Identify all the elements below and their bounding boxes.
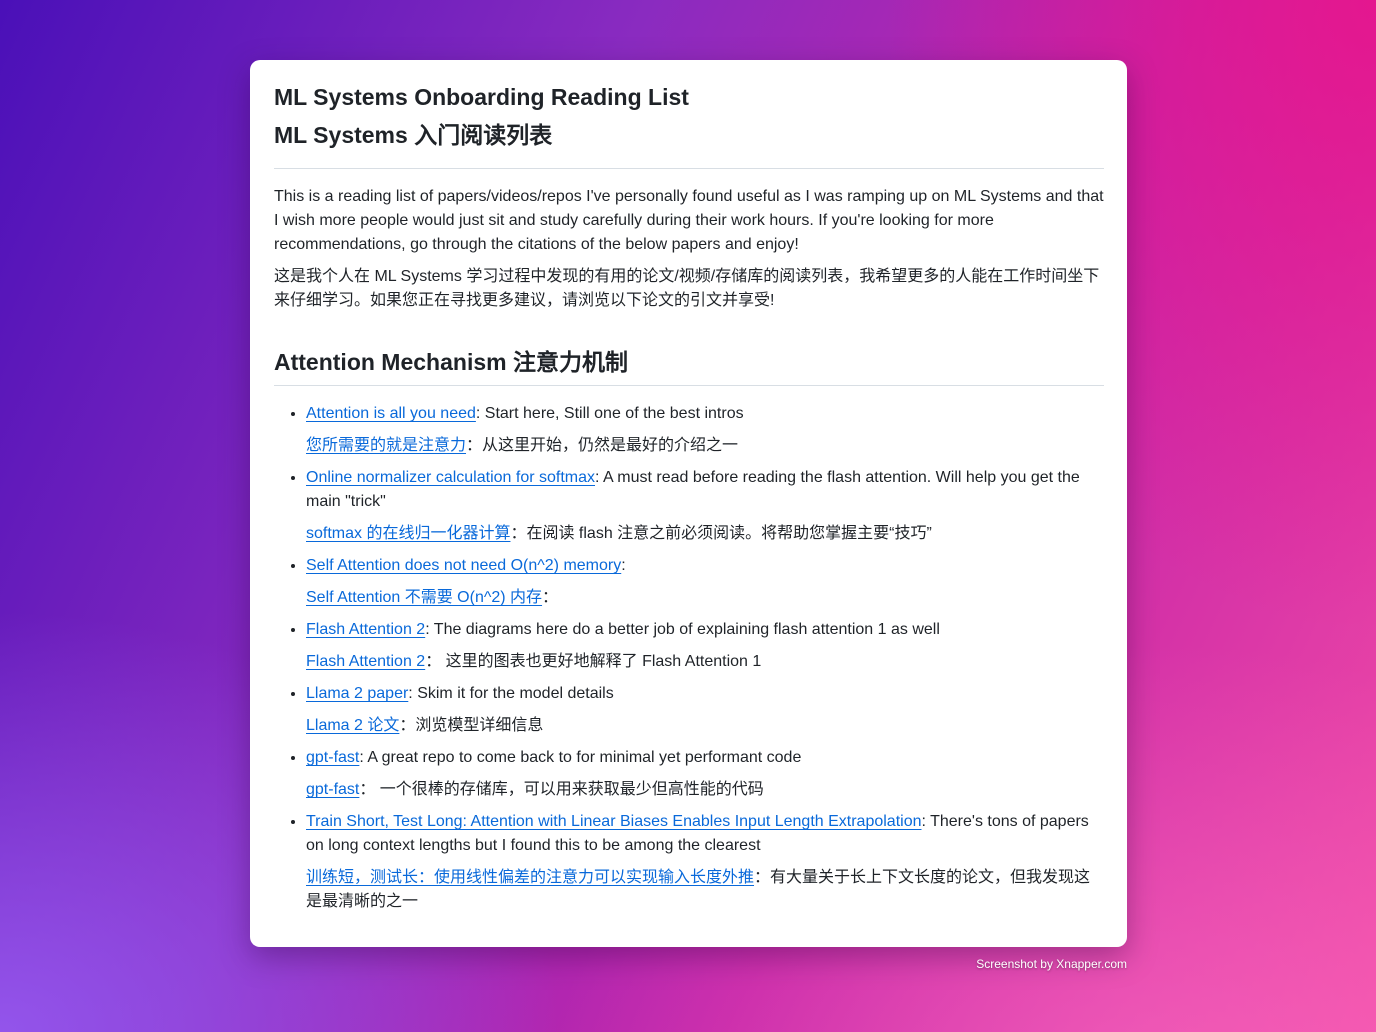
repo-link-zh[interactable]: gpt-fast — [306, 781, 359, 798]
paper-link[interactable]: Train Short, Test Long: Attention with L… — [306, 813, 922, 830]
item-line-en: Train Short, Test Long: Attention with L… — [306, 810, 1104, 858]
item-line-en: gpt-fast: A great repo to come back to f… — [306, 746, 1104, 770]
paper-link-zh[interactable]: Self Attention 不需要 O(n^2) 内存 — [306, 589, 542, 606]
list-item: Attention is all you need: Start here, S… — [306, 402, 1104, 458]
reading-list: Attention is all you need: Start here, S… — [274, 402, 1104, 914]
item-line-en: Self Attention does not need O(n^2) memo… — [306, 554, 1104, 578]
section-heading: Attention Mechanism 注意力机制 — [274, 347, 1104, 386]
item-description: : — [621, 557, 626, 574]
list-item: Flash Attention 2: The diagrams here do … — [306, 618, 1104, 674]
item-line-zh: softmax 的在线归一化器计算：在阅读 flash 注意之前必须阅读。将帮助… — [306, 522, 1104, 546]
list-item: Online normalizer calculation for softma… — [306, 466, 1104, 546]
item-description: : The diagrams here do a better job of e… — [425, 621, 940, 638]
title-block: ML Systems Onboarding Reading List ML Sy… — [274, 78, 1104, 169]
list-item: Llama 2 paper: Skim it for the model det… — [306, 682, 1104, 738]
item-description-zh: ：在阅读 flash 注意之前必须阅读。将帮助您掌握主要“技巧” — [510, 525, 932, 542]
intro: This is a reading list of papers/videos/… — [274, 185, 1104, 313]
item-line-en: Online normalizer calculation for softma… — [306, 466, 1104, 514]
item-description-zh: ： — [542, 589, 559, 606]
page-title-zh: ML Systems 入门阅读列表 — [274, 122, 553, 148]
item-description-zh: ： 一个很棒的存储库，可以用来获取最少但高性能的代码 — [359, 781, 764, 798]
paper-link-zh[interactable]: 您所需要的就是注意力 — [306, 437, 466, 454]
item-line-en: Llama 2 paper: Skim it for the model det… — [306, 682, 1104, 706]
paper-link-zh[interactable]: Llama 2 论文 — [306, 717, 399, 734]
item-line-zh: Llama 2 论文：浏览模型详细信息 — [306, 714, 1104, 738]
item-description: : A great repo to come back to for minim… — [359, 749, 802, 766]
document-card: ML Systems Onboarding Reading List ML Sy… — [250, 60, 1127, 947]
intro-paragraph-zh: 这是我个人在 ML Systems 学习过程中发现的有用的论文/视频/存储库的阅… — [274, 268, 1100, 309]
item-line-zh: gpt-fast： 一个很棒的存储库，可以用来获取最少但高性能的代码 — [306, 778, 1104, 802]
item-description-zh: ：从这里开始，仍然是最好的介绍之一 — [466, 437, 739, 454]
paper-link-zh[interactable]: softmax 的在线归一化器计算 — [306, 525, 510, 542]
item-description-zh: ：浏览模型详细信息 — [399, 717, 544, 734]
paper-link[interactable]: Online normalizer calculation for softma… — [306, 469, 595, 486]
paper-link[interactable]: Attention is all you need — [306, 405, 476, 422]
paper-link[interactable]: Self Attention does not need O(n^2) memo… — [306, 557, 621, 574]
list-item: gpt-fast: A great repo to come back to f… — [306, 746, 1104, 802]
paper-link[interactable]: Llama 2 paper — [306, 685, 408, 702]
item-line-zh: Self Attention 不需要 O(n^2) 内存： — [306, 586, 1104, 610]
item-description: : Start here, Still one of the best intr… — [475, 405, 744, 422]
item-line-zh: Flash Attention 2： 这里的图表也更好地解释了 Flash At… — [306, 650, 1104, 674]
paper-link-zh[interactable]: Flash Attention 2 — [306, 653, 425, 670]
paper-link-zh[interactable]: 训练短，测试长：使用线性偏差的注意力可以实现输入长度外推 — [306, 869, 754, 886]
item-line-zh: 您所需要的就是注意力：从这里开始，仍然是最好的介绍之一 — [306, 434, 1104, 458]
item-line-en: Attention is all you need: Start here, S… — [306, 402, 1104, 426]
item-line-en: Flash Attention 2: The diagrams here do … — [306, 618, 1104, 642]
watermark: Screenshot by Xnapper.com — [976, 957, 1127, 971]
item-line-zh: 训练短，测试长：使用线性偏差的注意力可以实现输入长度外推：有大量关于长上下文长度… — [306, 866, 1104, 914]
intro-paragraph-en: This is a reading list of papers/videos/… — [274, 188, 1104, 253]
paper-link[interactable]: Flash Attention 2 — [306, 621, 425, 638]
list-item: Self Attention does not need O(n^2) memo… — [306, 554, 1104, 610]
item-description: : Skim it for the model details — [408, 685, 614, 702]
list-item: Train Short, Test Long: Attention with L… — [306, 810, 1104, 914]
page-title: ML Systems Onboarding Reading List — [274, 84, 689, 110]
repo-link[interactable]: gpt-fast — [306, 749, 359, 766]
item-description-zh: ： 这里的图表也更好地解释了 Flash Attention 1 — [425, 653, 762, 670]
